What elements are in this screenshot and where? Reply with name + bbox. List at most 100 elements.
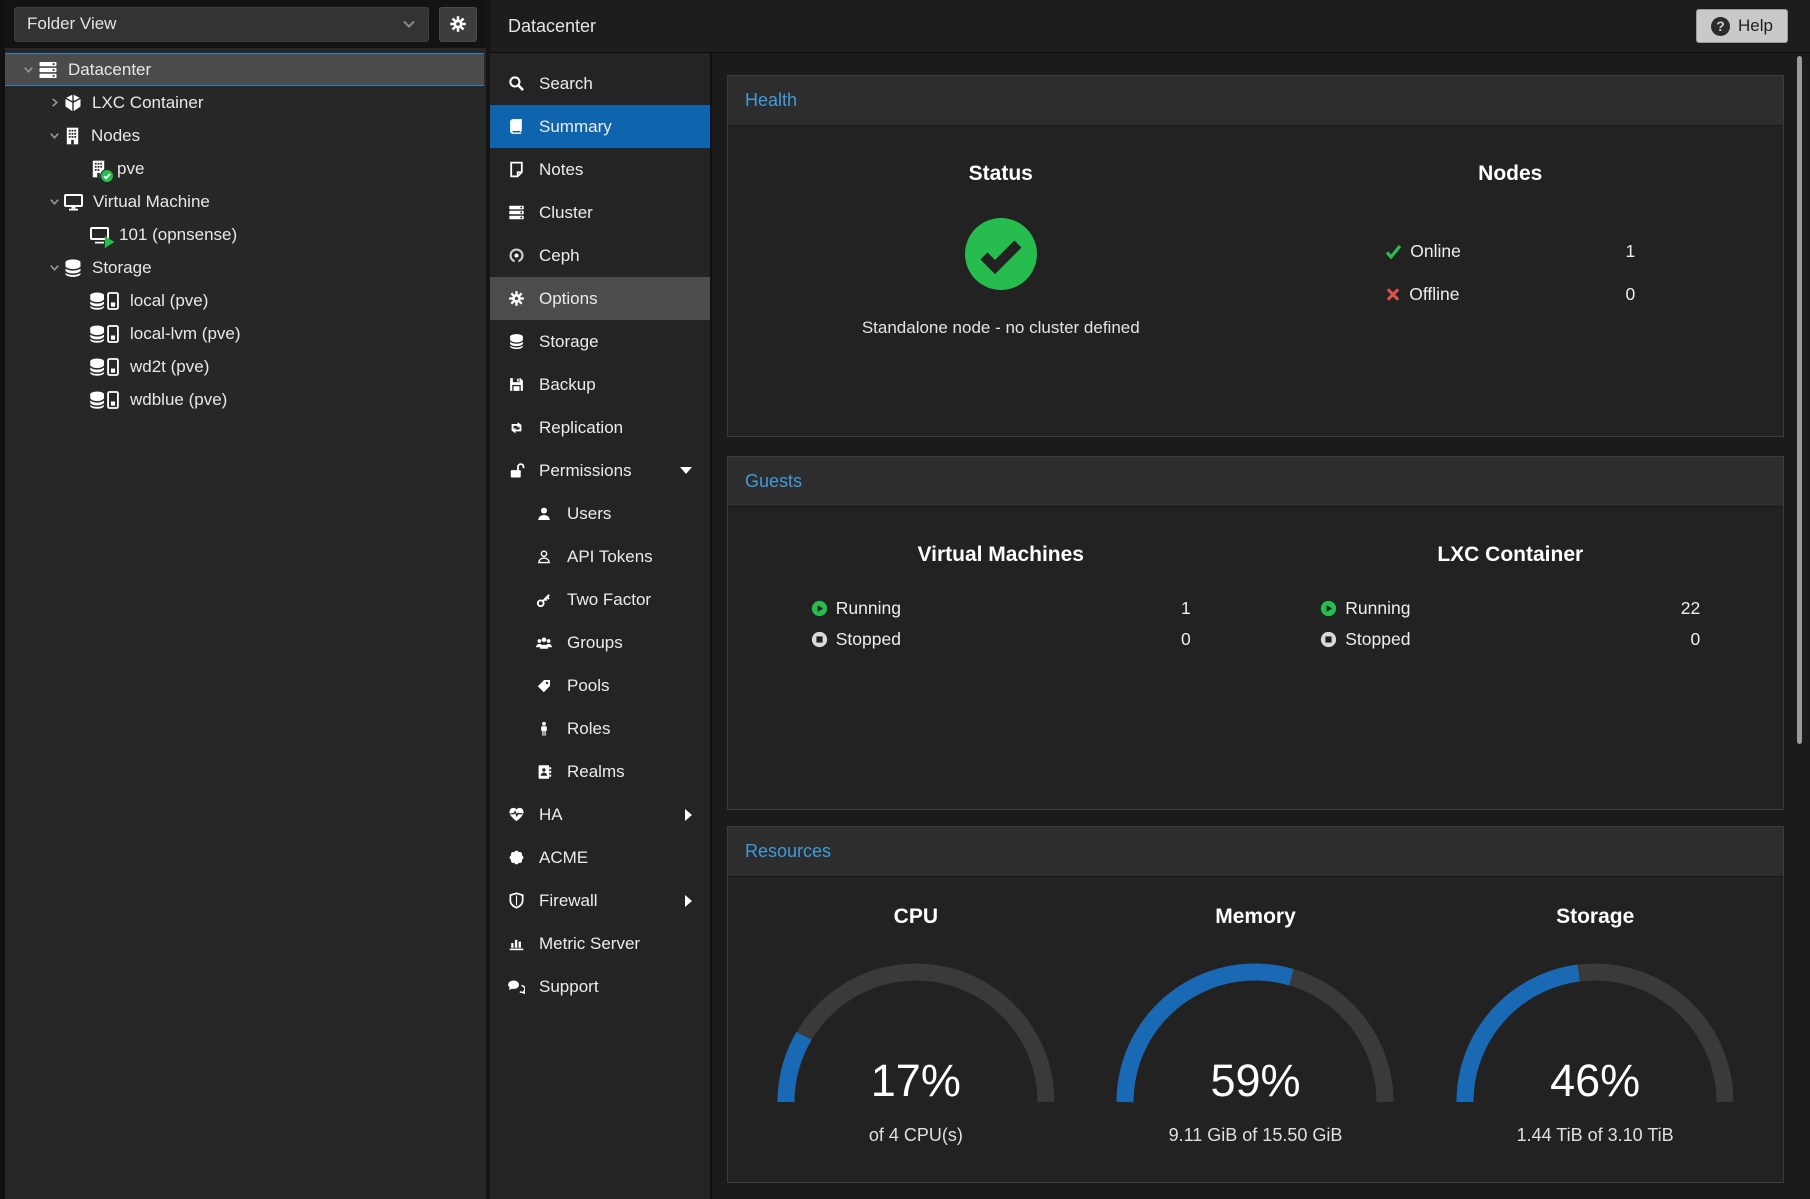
- menu-item-pools[interactable]: Pools: [490, 664, 710, 707]
- menu-item-roles[interactable]: Roles: [490, 707, 710, 750]
- menu-item-search[interactable]: Search: [490, 62, 710, 105]
- tree-item-label: Nodes: [91, 126, 140, 146]
- cube-icon: [63, 93, 83, 113]
- search-icon: [506, 75, 526, 92]
- tree-item-vm-101[interactable]: 101 (opnsense): [5, 218, 486, 251]
- guests-panel: Guests Virtual Machines Running 1: [727, 456, 1784, 810]
- health-panel-header: Health: [728, 76, 1783, 126]
- chevron-right-icon[interactable]: [45, 95, 63, 111]
- lxc-running-count: 22: [1681, 598, 1700, 619]
- storage-volume-icon: [89, 291, 121, 311]
- scrollbar-thumb[interactable]: [1797, 56, 1802, 744]
- gear-icon: [449, 15, 467, 33]
- play-circle-icon: [1320, 600, 1337, 617]
- nodes-column: Nodes Online 1 Offline 0: [1256, 126, 1766, 436]
- storage-heading: Storage: [1425, 905, 1765, 929]
- user-icon: [534, 506, 554, 522]
- tree-item-virtual-machine[interactable]: Virtual Machine: [5, 185, 486, 218]
- page-title: Datacenter: [508, 16, 596, 37]
- tree-item-storage-wd2t[interactable]: wd2t (pve): [5, 350, 486, 383]
- users-group-icon: [534, 635, 554, 651]
- resource-tree: Datacenter LXC Container Nodes pve Virtu…: [5, 48, 486, 416]
- view-mode-select[interactable]: Folder View: [14, 7, 429, 42]
- server-stack-icon: [37, 60, 59, 80]
- nodes-online-row: Online 1: [1385, 230, 1635, 273]
- cpu-percent: 17%: [766, 1055, 1066, 1107]
- storage-gauge-block: Storage 46% 1.44 TiB of 3.10 TiB: [1425, 877, 1765, 1182]
- cluster-status-column: Status Standalone node - no cluster defi…: [746, 126, 1256, 436]
- tree-item-storage[interactable]: Storage: [5, 251, 486, 284]
- address-book-icon: [534, 764, 554, 780]
- menu-item-replication[interactable]: Replication: [490, 406, 710, 449]
- menu-item-ceph[interactable]: Ceph: [490, 234, 710, 277]
- chevron-down-icon[interactable]: [45, 194, 63, 210]
- menu-item-support[interactable]: Support: [490, 965, 710, 1008]
- menu-item-api-tokens[interactable]: API Tokens: [490, 535, 710, 578]
- storage-percent: 46%: [1445, 1055, 1745, 1107]
- tree-item-storage-local-lvm[interactable]: local-lvm (pve): [5, 317, 486, 350]
- database-icon: [506, 333, 526, 350]
- nodes-offline-row: Offline 0: [1385, 273, 1635, 316]
- vm-running-count: 1: [1181, 598, 1191, 619]
- chevron-down-icon: [402, 19, 416, 29]
- seal-icon: [506, 849, 526, 866]
- resource-tree-panel: Folder View Datacenter LXC: [0, 0, 490, 1199]
- storage-volume-icon: [89, 357, 121, 377]
- replication-arrows-icon: [506, 419, 526, 436]
- storage-volume-icon: [89, 390, 121, 410]
- tree-item-datacenter[interactable]: Datacenter: [5, 53, 484, 86]
- menu-item-permissions[interactable]: Permissions: [490, 449, 710, 492]
- tree-item-nodes[interactable]: Nodes: [5, 119, 486, 152]
- memory-heading: Memory: [1086, 905, 1426, 929]
- app-window: Folder View Datacenter LXC: [0, 0, 1810, 1199]
- menu-item-cluster[interactable]: Cluster: [490, 191, 710, 234]
- tree-item-lxc-container[interactable]: LXC Container: [5, 86, 486, 119]
- tree-item-storage-wdblue[interactable]: wdblue (pve): [5, 383, 486, 416]
- menu-item-ha[interactable]: HA: [490, 793, 710, 836]
- check-icon: [1385, 244, 1402, 259]
- caret-right-icon: [685, 895, 692, 907]
- monitor-icon: [63, 192, 84, 212]
- storage-volume-icon: [89, 324, 121, 344]
- lxc-stopped-row: Stopped 0: [1320, 624, 1700, 655]
- menu-item-two-factor[interactable]: Two Factor: [490, 578, 710, 621]
- tree-toolbar: Folder View: [5, 0, 486, 48]
- guests-panel-header: Guests: [728, 457, 1783, 507]
- menu-item-notes[interactable]: Notes: [490, 148, 710, 191]
- help-button[interactable]: ? Help: [1696, 9, 1788, 43]
- bar-chart-icon: [506, 935, 526, 952]
- chevron-down-icon[interactable]: [45, 128, 63, 144]
- chevron-down-icon[interactable]: [45, 260, 63, 276]
- lxc-column: LXC Container Running 22 Stopped: [1256, 507, 1766, 809]
- content-header: Datacenter ? Help: [490, 0, 1810, 53]
- menu-item-users[interactable]: Users: [490, 492, 710, 535]
- tree-item-label: local-lvm (pve): [130, 324, 241, 344]
- stop-circle-icon: [1320, 631, 1337, 648]
- status-ok-icon: [963, 216, 1039, 292]
- tree-settings-button[interactable]: [439, 7, 477, 42]
- book-icon: [506, 118, 526, 135]
- chevron-down-icon[interactable]: [19, 62, 37, 78]
- menu-item-metric-server[interactable]: Metric Server: [490, 922, 710, 965]
- menu-item-options[interactable]: Options: [490, 277, 710, 320]
- menu-item-firewall[interactable]: Firewall: [490, 879, 710, 922]
- unlock-icon: [506, 462, 526, 479]
- summary-content: Health Status Standalone node - no clust…: [712, 53, 1810, 1199]
- menu-item-summary[interactable]: Summary: [490, 105, 710, 148]
- vm-stopped-count: 0: [1181, 629, 1191, 650]
- tree-item-storage-local[interactable]: local (pve): [5, 284, 486, 317]
- vertical-scrollbar: [1796, 56, 1804, 1199]
- memory-caption: 9.11 GiB of 15.50 GiB: [1086, 1125, 1426, 1146]
- tree-item-label: wd2t (pve): [130, 357, 209, 377]
- menu-item-acme[interactable]: ACME: [490, 836, 710, 879]
- menu-item-backup[interactable]: Backup: [490, 363, 710, 406]
- tree-item-label: local (pve): [130, 291, 208, 311]
- note-icon: [506, 161, 526, 178]
- tree-item-pve[interactable]: pve: [5, 152, 486, 185]
- cross-icon: [1385, 287, 1401, 302]
- menu-item-storage[interactable]: Storage: [490, 320, 710, 363]
- menu-item-groups[interactable]: Groups: [490, 621, 710, 664]
- key-icon: [534, 592, 554, 608]
- menu-item-realms[interactable]: Realms: [490, 750, 710, 793]
- stop-circle-icon: [811, 631, 828, 648]
